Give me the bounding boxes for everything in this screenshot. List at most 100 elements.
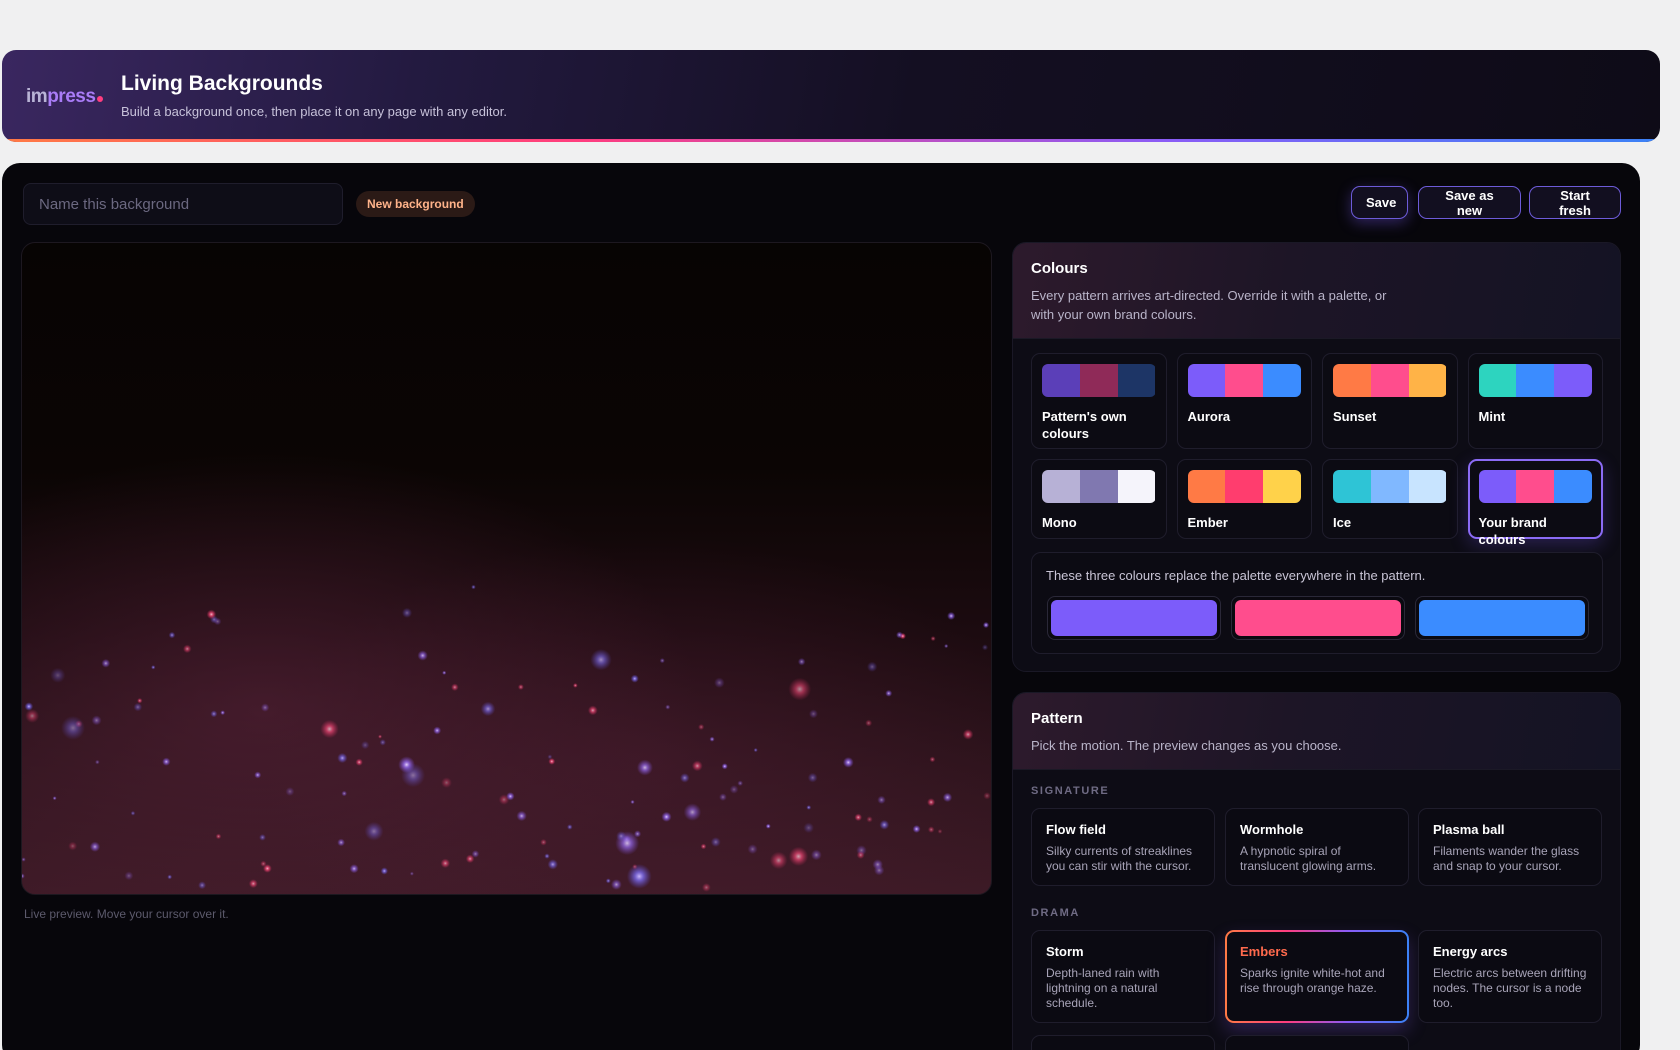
ember-particle: [942, 792, 953, 803]
ember-particle: [981, 644, 989, 651]
ember-particle: [636, 759, 653, 776]
pattern-title: Pattern: [1031, 710, 1083, 727]
palette-mint[interactable]: Mint: [1467, 353, 1603, 449]
brand-colours-box: These three colours replace the palette …: [1031, 552, 1603, 654]
pattern-wormhole[interactable]: Wormhole A hypnotic spiral of translucen…: [1225, 808, 1409, 886]
palette-sunset[interactable]: Sunset: [1322, 353, 1458, 449]
brand-colour-1-picker[interactable]: [1047, 596, 1221, 640]
ember-particle: [610, 879, 622, 890]
ember-particle: [263, 864, 272, 873]
ember-particle: [337, 838, 346, 847]
ember-particle: [285, 787, 295, 797]
ember-particle: [701, 883, 711, 892]
ember-particle: [254, 771, 262, 779]
ember-particle: [480, 701, 496, 717]
ember-particle: [944, 643, 949, 649]
ember-particle: [753, 747, 758, 753]
palette-pattern-s-own-colours[interactable]: Pattern's own colours: [1031, 353, 1167, 449]
ember-particle: [137, 698, 143, 704]
ember-particle: [259, 833, 266, 841]
palette-ember[interactable]: Ember: [1176, 459, 1312, 539]
ember-particle: [747, 844, 758, 855]
section-label-drama: DRAMA: [1031, 907, 1080, 919]
swatch: [1187, 364, 1226, 397]
pattern-card-partial[interactable]: [1031, 1035, 1215, 1050]
preview-caption: Live preview. Move your cursor over it.: [24, 907, 229, 921]
save-button[interactable]: Save: [1351, 186, 1408, 219]
status-badge: New background: [356, 191, 475, 217]
ember-particle: [866, 816, 873, 823]
ember-particle: [506, 792, 515, 801]
ember-particle: [797, 657, 806, 666]
palette-swatches: [1478, 364, 1593, 397]
palette-swatches: [1187, 470, 1302, 503]
ember-particle: [320, 719, 339, 739]
ember-particle: [210, 710, 218, 718]
ember-particle: [659, 658, 665, 664]
ember-particle: [877, 795, 886, 805]
palette-name: Aurora: [1187, 409, 1231, 424]
ember-particle: [769, 851, 788, 870]
ember-particle: [590, 649, 612, 671]
palette-ice[interactable]: Ice: [1322, 459, 1458, 539]
ember-particle: [248, 879, 258, 889]
editor-panel: New background Save Save as new Start fr…: [2, 163, 1640, 1050]
palette-mono[interactable]: Mono: [1031, 459, 1167, 539]
ember-particle: [540, 838, 547, 846]
page-title: Living Backgrounds: [121, 72, 323, 95]
ember-particle: [151, 665, 156, 670]
ember-particle: [220, 710, 226, 716]
ember-particle: [803, 822, 814, 834]
ember-particle: [806, 805, 812, 810]
brand-colour-3-picker[interactable]: [1415, 596, 1589, 640]
pattern-description: Pick the motion. The preview changes as …: [1031, 738, 1342, 753]
palette-your-brand-colours[interactable]: Your brand colours: [1467, 459, 1603, 547]
swatch: [1263, 470, 1301, 503]
ember-particle: [927, 826, 935, 833]
swatch: [1333, 470, 1371, 503]
ember-particle: [349, 864, 359, 874]
ember-particle: [788, 677, 812, 701]
start-fresh-button[interactable]: Start fresh: [1529, 186, 1621, 219]
swatch: [1042, 470, 1080, 503]
ember-particle: [788, 846, 809, 867]
ember-particle: [572, 683, 578, 688]
palette-aurora[interactable]: Aurora: [1176, 353, 1312, 449]
palette-swatches: [1333, 470, 1447, 503]
ember-particle: [566, 824, 573, 830]
swatch: [1187, 470, 1226, 503]
ember-particle: [162, 757, 171, 766]
ember-particle: [698, 723, 705, 731]
palette-name: Ice: [1333, 515, 1352, 530]
swatch: [1370, 470, 1409, 503]
pattern-card-partial[interactable]: [1225, 1035, 1409, 1050]
save-as-new-button[interactable]: Save as new: [1418, 186, 1521, 219]
section-label-signature: SIGNATURE: [1031, 785, 1110, 797]
ember-particle: [101, 658, 111, 668]
pattern-flow-field[interactable]: Flow field Silky currents of streaklines…: [1031, 808, 1215, 886]
pattern-energy-arcs[interactable]: Energy arcs Electric arcs between drifti…: [1418, 930, 1602, 1023]
pattern-storm[interactable]: Storm Depth-laned rain with lightning on…: [1031, 930, 1215, 1023]
ember-particle: [133, 702, 143, 712]
impress-logo[interactable]: im press: [26, 86, 104, 108]
ember-particle: [683, 803, 702, 821]
ember-particle: [721, 763, 728, 770]
brand-colour-2-picker[interactable]: [1231, 596, 1405, 640]
background-name-input[interactable]: [23, 183, 343, 225]
ember-particle: [213, 617, 222, 626]
ember-particle: [260, 703, 270, 712]
palette-swatches: [1333, 364, 1447, 397]
ember-particle: [691, 760, 703, 772]
palette-swatches: [1042, 470, 1156, 503]
swatch: [1554, 364, 1592, 397]
pattern-embers[interactable]: Embers Sparks ignite white-hot and rise …: [1225, 930, 1409, 1023]
live-preview-canvas[interactable]: [21, 242, 992, 895]
pattern-plasma-ball[interactable]: Plasma ball Filaments wander the glass a…: [1418, 808, 1602, 886]
ember-particle: [52, 796, 57, 801]
palette-swatches: [1042, 364, 1156, 397]
brand-colours-note: These three colours replace the palette …: [1046, 568, 1426, 583]
ember-particle: [808, 709, 818, 719]
ember-particle: [937, 828, 943, 834]
ember-particle: [401, 607, 413, 618]
ember-particle: [440, 858, 451, 869]
